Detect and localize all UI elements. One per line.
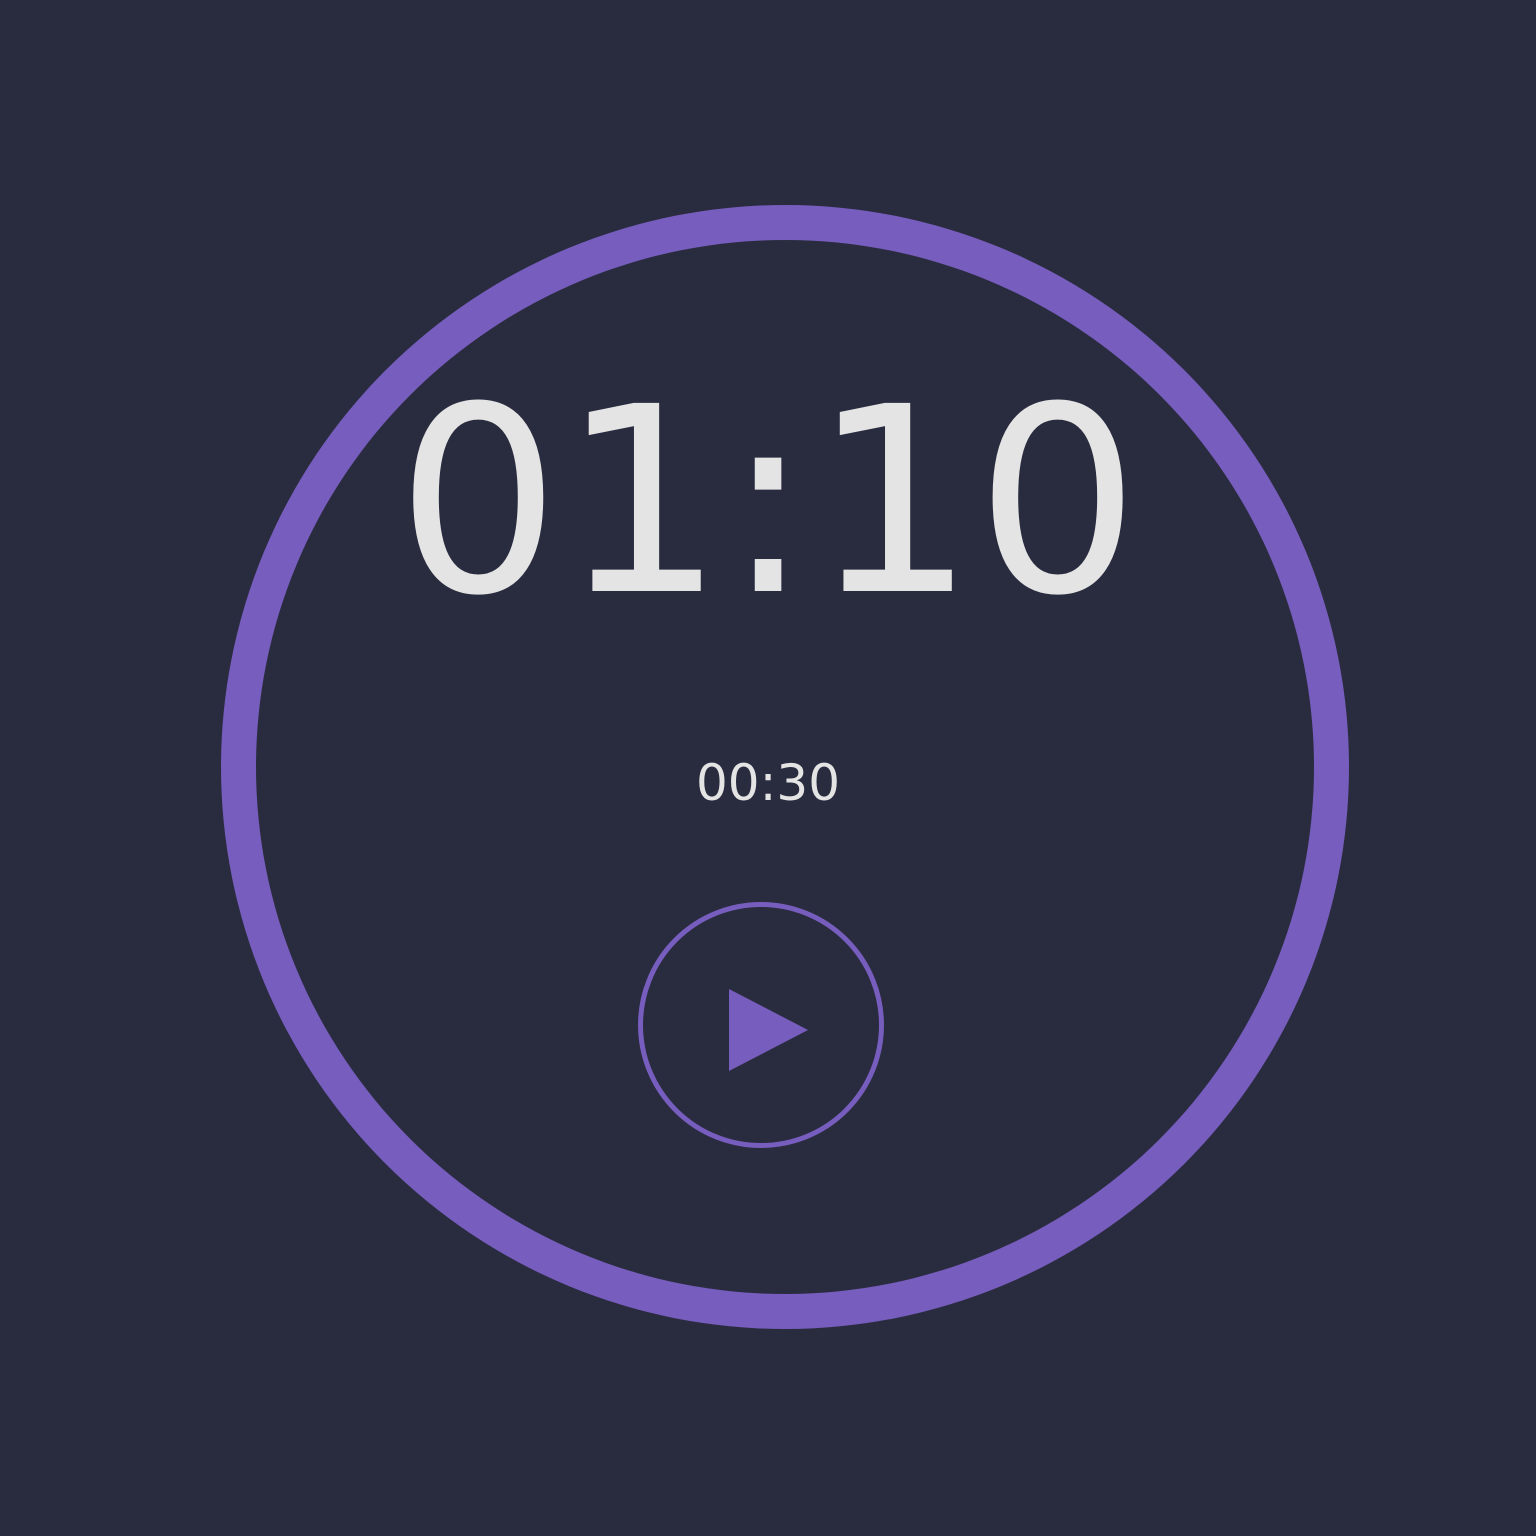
interval-time-display: 00:30 bbox=[695, 754, 841, 812]
main-time-display: 01:10 bbox=[396, 352, 1140, 652]
play-icon bbox=[729, 989, 808, 1071]
timer-screen: 01:10 00:30 bbox=[0, 0, 1536, 1536]
play-button[interactable] bbox=[638, 902, 884, 1148]
